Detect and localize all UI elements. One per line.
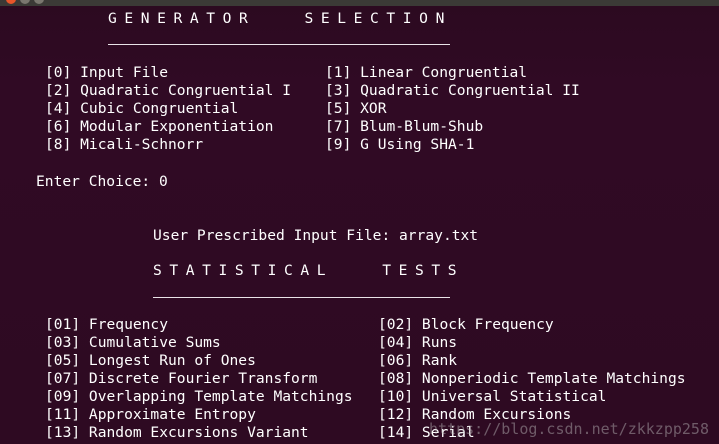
generator-option: [9] G Using SHA-1 [325,136,475,153]
test-option: [06] Rank [378,352,458,369]
watermark: https://blog.csdn.net/zkkzpp258 [429,420,709,438]
enter-choice-prompt[interactable]: Enter Choice: 0 [36,173,168,191]
test-option: [03] Cumulative Sums [45,334,221,351]
generator-option: [0] Input File [45,64,169,81]
generator-option: [7] Blum-Blum-Shub [325,118,484,135]
terminal-window: GENERATOR SELECTION [0] Input File [1] L… [0,0,719,444]
maximize-icon[interactable] [34,0,44,4]
test-option: [02] Block Frequency [378,316,554,333]
generator-option: [8] Micali-Schnorr [45,136,204,153]
input-file-line: User Prescribed Input File: array.txt [153,227,479,244]
test-option: [05] Longest Run of Ones [45,352,256,369]
close-icon[interactable] [6,0,16,4]
generator-option: [6] Modular Exponentiation [45,118,274,135]
generator-option: [1] Linear Congruential [325,64,528,81]
test-option: [07] Discrete Fourier Transform [45,370,318,387]
generator-selection-heading: GENERATOR SELECTION [108,10,452,27]
statistical-tests-heading: STATISTICAL TESTS [153,262,465,279]
test-option: [11] Approximate Entropy [45,406,256,423]
tests-heading-underline [153,297,450,298]
generator-option: [5] XOR [325,100,387,117]
test-option: [04] Runs [378,334,458,351]
generator-heading-underline [108,44,450,45]
test-option: [09] Overlapping Template Matchings [45,388,353,405]
minimize-icon[interactable] [20,0,30,4]
test-option: [01] Frequency [45,316,169,333]
test-option: [10] Universal Statistical [378,388,607,405]
generator-option: [4] Cubic Congruential [45,100,239,117]
test-option: [13] Random Excursions Variant [45,424,309,441]
test-option: [08] Nonperiodic Template Matchings [378,370,686,387]
generator-option: [3] Quadratic Congruential II [325,82,580,99]
title-bar [0,0,719,6]
generator-option: [2] Quadratic Congruential I [45,82,292,99]
